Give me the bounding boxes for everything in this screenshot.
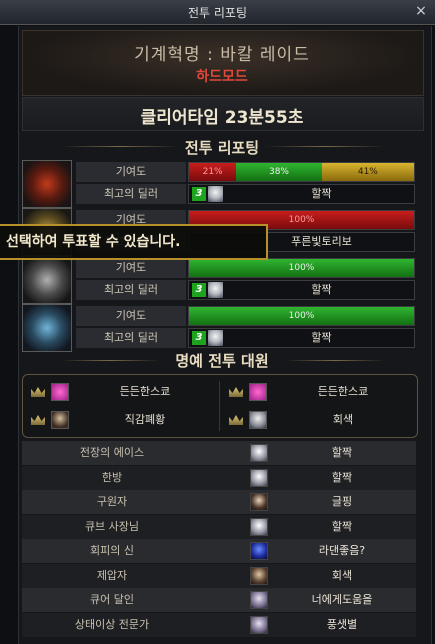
award-title: 제압자 [96,568,128,582]
award-title: 큐어 달인 [90,593,134,606]
award-title: 상태이상 전문가 [74,617,150,631]
mvp-candidate-name: 직감폐황 [124,413,166,426]
blue-emblem-icon [22,304,72,352]
gray-emblem-icon [22,256,72,304]
best-dealer-name: 할짝 [311,283,332,296]
character-portrait-icon [208,282,223,298]
contribution-bar: 100% [188,306,415,326]
award-player-name: 할짝 [331,519,353,533]
mvp-candidate-name: 회색 [332,413,354,426]
award-player-name: 라댄좋음? [318,544,366,557]
vote-tooltip: 선택하여 투표할 수 있습니다. [0,224,268,260]
award-row: 구원자 글핑 [22,490,416,514]
difficulty-mode: 하드모드 [196,69,248,85]
mvp-box: 든든한스쿄 든든한스쿄직감폐황 회색 [22,374,418,438]
contribution-segment: 38% [236,163,322,181]
window-title: 전투 리포팅 [187,6,247,20]
best-dealer-field[interactable]: 3 할짝 [188,184,415,204]
mvp-candidate[interactable]: 직감폐황 [25,407,215,433]
award-player-name: 회색 [331,568,353,582]
award-title: 회피의 신 [90,544,134,557]
award-title: 한방 [101,470,123,484]
best-dealer-field[interactable]: 3 할짝 [188,280,415,300]
award-row: 상태이상 전문가 풍샛별 [22,612,416,637]
award-row: 제압자 회색 [22,563,416,588]
character-portrait-icon [208,186,223,202]
party-report-row[interactable]: 기여도 21% 38% 41% 최고의 딜러 3 할짝 [22,160,416,208]
best-dealer-name: 할짝 [311,187,332,200]
mvp-section-title: 명예 전투 대원 [175,352,269,370]
contribution-segment: 100% [189,259,414,277]
report-section-title: 전투 리포팅 [184,139,260,157]
award-row: 한방 할짝 [22,465,416,490]
best-dealer-label: 최고의 딜러 [76,184,186,204]
party-badge-icon: 3 [192,331,206,345]
character-portrait-icon [51,383,69,401]
award-title: 큐브 사장님 [84,519,140,533]
party-report-row[interactable]: 기여도 100% 최고의 딜러 3 할짝 [22,304,416,352]
close-icon[interactable]: × [413,3,429,19]
award-player-name: 할짝 [331,446,353,459]
mvp-candidate-name: 든든한스쿄 [119,385,171,398]
character-portrait-icon [250,566,268,585]
award-player-name: 너에게도움을 [311,593,373,606]
crown-icon [229,387,243,397]
mvp-candidate[interactable]: 든든한스쿄 [25,379,215,405]
party-badge-icon: 3 [192,187,206,201]
contribution-bar: 21% 38% 41% [188,162,415,182]
mvp-candidate-name: 든든한스쿄 [317,385,369,398]
character-portrait-icon [249,383,267,401]
contribution-label: 기여도 [76,258,186,278]
award-title: 전장의 에이스 [79,446,145,459]
award-row: 회피의 신 라댄좋음? [22,539,416,563]
award-row: 전장의 에이스 할짝 [22,441,416,465]
best-dealer-field[interactable]: 3 할짝 [188,328,415,348]
raid-title: 기계혁명 : 바칼 레이드 [134,45,310,65]
mvp-candidate[interactable]: 회색 [223,407,413,433]
crown-icon [31,387,45,397]
character-portrait-icon [249,411,267,429]
character-portrait-icon [51,411,69,429]
character-portrait-icon [250,517,268,536]
award-row: 큐브 사장님 할짝 [22,514,416,539]
character-portrait-icon [250,615,268,634]
crown-icon [31,415,45,425]
award-row: 큐어 달인 너에게도움을 [22,588,416,612]
character-portrait-icon [250,542,268,560]
clear-time: 클리어타임 23분55초 [140,108,304,128]
character-portrait-icon [250,468,268,487]
award-title: 구원자 [96,495,128,508]
character-portrait-icon [250,591,268,609]
award-player-name: 할짝 [331,470,353,484]
party-report-row[interactable]: 기여도 100% 최고의 딜러 3 할짝 [22,256,416,304]
red-emblem-icon [22,160,72,208]
award-player-name: 풍샛별 [326,617,358,631]
character-portrait-icon [250,444,268,462]
contribution-segment: 21% [189,163,237,181]
mvp-divider [219,381,220,431]
best-dealer-name: 할짝 [311,331,332,344]
contribution-label: 기여도 [76,162,186,182]
character-portrait-icon [250,493,268,511]
award-player-name: 글핑 [331,495,353,508]
contribution-segment: 41% [321,163,414,181]
contribution-segment: 100% [189,307,414,325]
crown-icon [229,415,243,425]
contribution-bar: 100% [188,258,415,278]
best-dealer-label: 최고의 딜러 [76,280,186,300]
party-badge-icon: 3 [192,283,206,297]
mvp-candidate[interactable]: 든든한스쿄 [223,379,413,405]
contribution-label: 기여도 [76,306,186,326]
window-titlebar: 전투 리포팅 × [0,0,435,25]
best-dealer-label: 최고의 딜러 [76,328,186,348]
character-portrait-icon [208,330,223,346]
